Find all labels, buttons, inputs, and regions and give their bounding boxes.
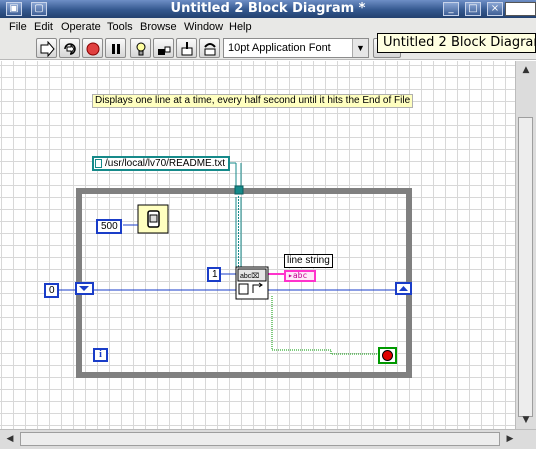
step-into-button[interactable]	[176, 38, 197, 58]
read-text-file-glyph: abc⌧	[240, 272, 259, 280]
path-constant-value: /usr/local/lv70/README.txt	[105, 158, 226, 169]
menu-help[interactable]: Help	[229, 21, 252, 33]
font-select-value: 10pt Application Font	[228, 42, 331, 54]
abort-button[interactable]	[82, 38, 103, 58]
highlight-execution-icon	[136, 42, 146, 56]
vertical-scroll-thumb[interactable]	[518, 117, 533, 417]
chevron-down-icon[interactable]: ▼	[352, 39, 368, 57]
scroll-left-icon[interactable]: ◀	[3, 432, 17, 446]
menu-operate[interactable]: Operate	[61, 21, 101, 33]
run-continuously-button[interactable]	[59, 38, 80, 58]
step-into-icon	[181, 42, 193, 56]
horizontal-scrollbar[interactable]: ◀ ▶	[0, 429, 536, 449]
iteration-terminal[interactable]: i	[93, 348, 108, 362]
menu-file[interactable]: File	[9, 21, 27, 33]
block-diagram-canvas[interactable]: abc⌧ Displays one line at a time, every …	[0, 61, 515, 429]
font-select[interactable]: 10pt Application Font ▼	[223, 38, 369, 58]
highlight-execution-button[interactable]	[130, 38, 151, 58]
menu-window[interactable]: Window	[184, 21, 223, 33]
horizontal-scroll-thumb[interactable]	[20, 432, 500, 446]
loop-resize-handle[interactable]	[406, 371, 412, 377]
menu-edit[interactable]: Edit	[34, 21, 53, 33]
scroll-up-icon[interactable]: ▲	[519, 63, 533, 77]
step-over-icon	[204, 43, 216, 56]
menu-tools[interactable]: Tools	[107, 21, 133, 33]
stop-sign-icon	[382, 350, 393, 361]
maximize-button[interactable]: □	[465, 2, 481, 16]
path-tunnel[interactable]	[234, 185, 244, 195]
boolean-wire[interactable]	[271, 296, 379, 355]
indicator-label[interactable]: line string	[284, 254, 333, 268]
file-icon	[238, 283, 249, 295]
close-button[interactable]: ×	[487, 2, 503, 16]
scroll-down-icon[interactable]: ▼	[519, 413, 533, 427]
pause-icon	[112, 44, 120, 54]
indicator-type: abc	[292, 271, 308, 280]
path-wire[interactable]	[235, 163, 242, 187]
abort-icon	[86, 42, 100, 56]
free-label-comment[interactable]: Displays one line at a time, every half …	[92, 94, 414, 108]
menu-browse[interactable]: Browse	[140, 21, 177, 33]
wires-layer: abc⌧	[59, 162, 412, 378]
tooltip: Untitled 2 Block Diagram *	[377, 33, 536, 53]
pause-button[interactable]	[105, 38, 126, 58]
path-icon	[95, 159, 102, 168]
wait-ms-constant[interactable]: 500	[96, 219, 122, 234]
run-continuously-icon	[64, 43, 76, 55]
scroll-right-icon[interactable]: ▶	[503, 432, 517, 446]
initial-value-constant[interactable]: 0	[44, 283, 59, 298]
run-arrow-icon	[40, 41, 55, 57]
retain-wire-values-icon	[158, 46, 171, 55]
minimize-button[interactable]: _	[443, 2, 459, 16]
vi-icon[interactable]	[505, 2, 536, 16]
line-string-indicator[interactable]: ▸abc	[284, 270, 316, 282]
line-count-constant[interactable]: 1	[207, 267, 221, 282]
vertical-scrollbar[interactable]: ▲ ▼	[515, 61, 536, 429]
path-constant[interactable]: /usr/local/lv70/README.txt	[92, 156, 231, 171]
retain-wire-values-button[interactable]	[153, 38, 174, 58]
title-bar[interactable]: ▣ ▢ Untitled 2 Block Diagram * _ □ ×	[0, 0, 536, 18]
step-over-button[interactable]	[199, 38, 220, 58]
run-button[interactable]	[36, 38, 57, 58]
